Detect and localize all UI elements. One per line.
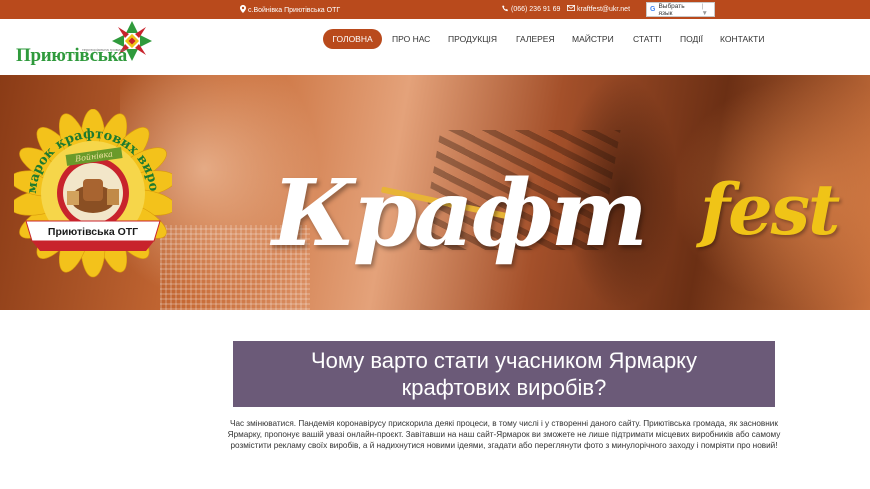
section-heading: Чому варто стати учасником Ярмарку крафт… — [233, 347, 775, 401]
google-translate-icon: G — [650, 6, 656, 13]
section-heading-line-1: Чому варто стати учасником Ярмарку — [310, 348, 698, 373]
section-heading-line-2: крафтових виробів? — [401, 375, 607, 400]
nav-item-contacts[interactable]: КОНТАКТИ — [720, 29, 764, 49]
envelope-icon — [567, 5, 575, 13]
phone-text[interactable]: (066) 236 91 69 — [511, 6, 560, 13]
address-info: с.Войнівка Приютівська ОТГ — [240, 5, 340, 15]
nav-item-home[interactable]: ГОЛОВНА — [323, 29, 382, 49]
badge-ribbon: Приютівська ОТГ — [25, 220, 161, 251]
email-text[interactable]: kraftfest@ukr.net — [577, 6, 630, 13]
site-header: територіальна громада Приютівська ГОЛОВН… — [0, 19, 870, 75]
section-heading-box: Чому варто стати учасником Ярмарку крафт… — [233, 341, 775, 407]
email-info[interactable]: kraftfest@ukr.net — [567, 5, 630, 13]
nav-item-about[interactable]: ПРО НАС — [392, 29, 430, 49]
svg-text:Приютівська ОТГ: Приютівська ОТГ — [48, 226, 138, 238]
language-label: Выбрать язык — [658, 2, 685, 17]
top-bar: с.Войнівка Приютівська ОТГ (066) 236 91 … — [0, 0, 870, 19]
main-nav: ГОЛОВНА ПРО НАС ПРОДУКЦІЯ ГАЛЕРЕЯ МАЙСТР… — [0, 29, 870, 49]
nav-item-events[interactable]: ПОДІЇ — [680, 29, 703, 49]
phone-info[interactable]: (066) 236 91 69 — [502, 5, 560, 14]
nav-item-masters[interactable]: МАЙСТРИ — [572, 29, 614, 49]
intro-paragraph: Час змінюватися. Пандемія коронавірусу п… — [227, 419, 781, 451]
phone-icon — [502, 5, 509, 14]
address-text: с.Войнівка Приютівська ОТГ — [248, 6, 341, 14]
language-selector[interactable]: G Выбрать язык | ▼ — [646, 2, 715, 17]
nav-item-articles[interactable]: СТАТТІ — [633, 29, 662, 49]
language-dropdown-icon: | ▼ — [701, 2, 708, 17]
nav-item-gallery[interactable]: ГАЛЕРЕЯ — [516, 29, 555, 49]
hero-title-accent: fest — [700, 168, 840, 251]
map-pin-icon — [240, 5, 246, 15]
fair-badge-emblem: Ярмарок крафтових виробів Войнівка Приют… — [14, 109, 172, 278]
nav-item-products[interactable]: ПРОДУКЦІЯ — [448, 29, 497, 49]
hero-banner: Ярмарок крафтових виробів Войнівка Приют… — [0, 75, 870, 310]
hero-title-main: Крафт — [272, 159, 648, 267]
